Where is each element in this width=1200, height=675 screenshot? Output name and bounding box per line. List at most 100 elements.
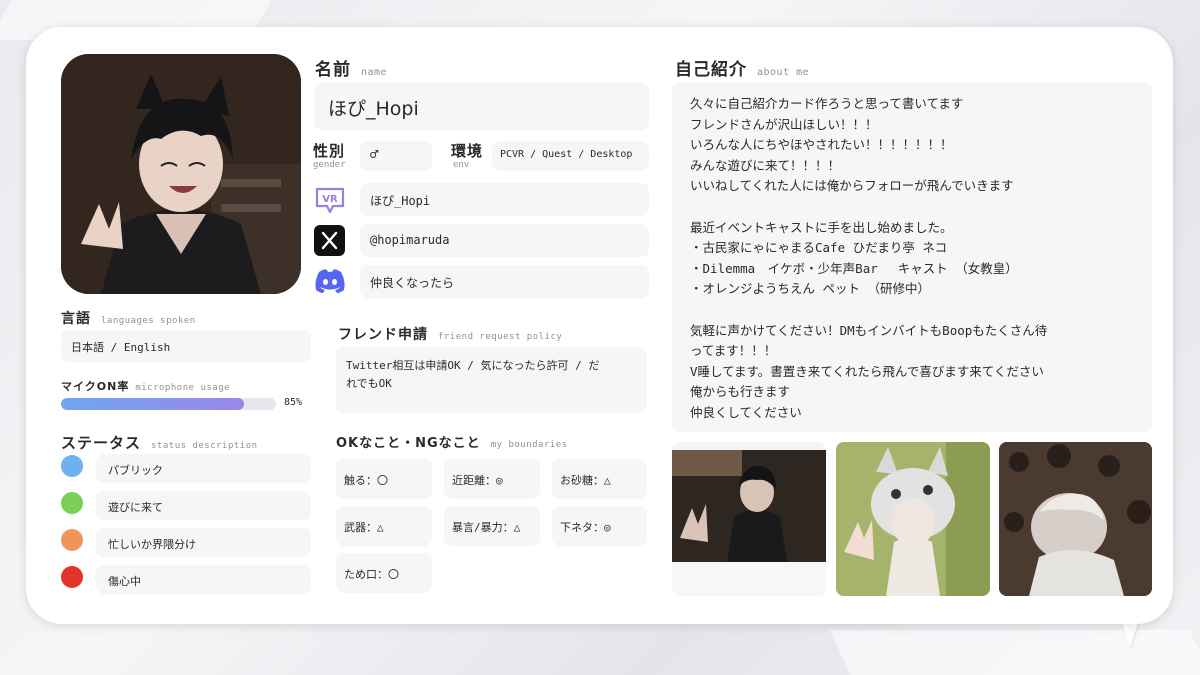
boundaries-subheading: my boundaries — [490, 440, 568, 450]
status-subheading: status description — [151, 441, 258, 451]
name-field: ほぴ_Hopi — [314, 82, 649, 130]
friend-request-line: Twitter相互は申請OK / 気になったら許可 / だ — [346, 359, 600, 372]
about-subheading: about me — [757, 67, 810, 78]
status-label: 傷心中 — [108, 575, 141, 588]
languages-subheading: languages spoken — [101, 316, 196, 326]
boundary-label: 武器：△ — [344, 521, 384, 534]
mic-usage-bar — [61, 398, 276, 410]
status-heading: ステータス status description — [61, 432, 258, 453]
name-subheading: name — [361, 67, 388, 78]
about-heading: 自己紹介 about me — [675, 55, 809, 80]
mic-heading-text: マイクON率 — [61, 380, 130, 393]
languages-field: 日本語 / English — [61, 330, 311, 362]
boundaries-heading: OKなこと・NGなこと my boundaries — [336, 432, 568, 451]
languages-heading: 言語 languages spoken — [61, 308, 196, 328]
boundary-close-distance: 近距離：◎ — [444, 459, 540, 499]
boundary-label: 下ネタ：◎ — [560, 521, 611, 534]
profile-card: 名前 name ほぴ_Hopi 性別 gender ♂ 環境 env PCVR /… — [26, 27, 1173, 624]
x-icon — [314, 225, 345, 256]
about-line: いろんな人にちやほやされたい！！！！！！！ — [690, 137, 953, 153]
boundary-sugar: お砂糖：△ — [552, 459, 647, 499]
x-field: @hopimaruda — [360, 224, 649, 257]
about-line: 俺からも行きます — [690, 384, 791, 400]
mic-usage-fill — [61, 398, 244, 410]
discord-field: 仲良くなったら — [360, 265, 649, 298]
boundary-violence: 暴言/暴力：△ — [444, 506, 540, 546]
vrchat-field: ほぴ_Hopi — [360, 183, 649, 216]
about-line: フレンドさんが沢山ほしい！！！ — [690, 116, 878, 132]
status-dot-busy — [61, 529, 83, 551]
gallery-photo-2 — [836, 442, 990, 596]
x-value: @hopimaruda — [370, 233, 450, 247]
languages-heading-text: 言語 — [61, 311, 91, 327]
boundary-label: 暴言/暴力：△ — [452, 521, 521, 534]
status-item-busy: 忙しいか界隈分け — [96, 528, 311, 557]
about-field: 久々に自己紹介カード作ろうと思って書いてます フレンドさんが沢山ほしい！！！ い… — [672, 82, 1152, 432]
mic-usage-label: 85% — [284, 397, 303, 408]
friend-request-heading: フレンド申請 friend request policy — [338, 324, 562, 344]
gender-subheading: gender — [313, 160, 346, 170]
svg-text:VR: VR — [322, 194, 338, 205]
name-value: ほぴ_Hopi — [328, 98, 419, 120]
env-subheading: env — [453, 160, 470, 170]
about-line: 久々に自己紹介カード作ろうと思って書いてます — [690, 96, 964, 111]
gender-heading: 性別 — [313, 142, 346, 160]
about-line: ・Dilemma イケボ・少年声Bar キャスト （女教皇） — [690, 260, 1018, 276]
vrchat-value: ほぴ_Hopi — [370, 194, 431, 208]
status-item-join-me: 遊びに来て — [96, 491, 311, 520]
name-heading: 名前 name — [315, 55, 387, 80]
friend-request-heading-text: フレンド申請 — [338, 327, 428, 343]
about-line: みんな遊びに来て！！！！ — [690, 157, 841, 173]
boundary-label: 触る：〇 — [344, 474, 388, 487]
about-line — [690, 197, 1047, 218]
env-heading: 環境 — [451, 142, 484, 160]
about-text: 久々に自己紹介カード作ろうと思って書いてます フレンドさんが沢山ほしい！！！ い… — [690, 94, 1047, 424]
boundary-dirty-jokes: 下ネタ：◎ — [552, 506, 647, 546]
gender-field: ♂ — [360, 141, 432, 171]
friend-request-field: Twitter相互は申請OK / 気になったら許可 / だ れでもOK — [336, 347, 647, 413]
mic-subheading: microphone usage — [135, 383, 231, 393]
gallery-photo-3 — [999, 442, 1152, 596]
gallery-photo-1 — [672, 442, 826, 596]
status-dot-public — [61, 455, 83, 477]
about-line: 仲良くしてください — [690, 404, 802, 420]
avatar-illustration — [61, 54, 301, 294]
status-label: パブリック — [108, 464, 163, 477]
boundary-weapons: 武器：△ — [336, 506, 432, 546]
about-heading-text: 自己紹介 — [675, 60, 747, 80]
about-line: V睡してます。書置き来てくれたら飛んで喜びます来てください — [690, 363, 1044, 379]
about-line: ・オレンジようちえん ペット （研修中） — [690, 281, 931, 297]
about-line — [690, 300, 1047, 321]
boundary-label: お砂糖：△ — [560, 474, 611, 487]
gender-value: ♂ — [370, 147, 379, 163]
status-dot-heartbroken — [61, 566, 83, 588]
boundaries-heading-text: OKなこと・NGなこと — [336, 436, 481, 451]
discord-icon — [313, 266, 347, 296]
boundary-label: ため口：〇 — [344, 568, 399, 581]
friend-request-line: れでもOK — [346, 377, 392, 390]
boundary-casual-speech: ため口：〇 — [336, 553, 432, 593]
languages-value: 日本語 / English — [71, 341, 171, 354]
about-line: いいねしてくれた人には俺からフォローが飛んでいきます — [690, 178, 1014, 194]
boundary-label: 近距離：◎ — [452, 474, 503, 487]
about-line: ってます！！！ — [690, 343, 777, 359]
status-item-public: パブリック — [96, 454, 311, 483]
status-item-heartbroken: 傷心中 — [96, 565, 311, 594]
discord-value: 仲良くなったら — [370, 276, 455, 290]
mic-heading: マイクON率 microphone usage — [61, 378, 230, 394]
env-field: PCVR / Quest / Desktop — [492, 141, 649, 171]
vrchat-icon: VR — [314, 184, 346, 216]
boundary-touch: 触る：〇 — [336, 459, 432, 499]
status-label: 遊びに来て — [108, 501, 163, 514]
friend-request-subheading: friend request policy — [438, 332, 563, 342]
about-line: 気軽に声かけてください！DMもインバイトもBoopもたくさん待 — [690, 322, 1048, 338]
status-heading-text: ステータス — [61, 434, 142, 452]
status-dot-join-me — [61, 492, 83, 514]
about-line: 最近イベントキャストに手を出し始めました。 — [690, 219, 953, 235]
background-shard — [829, 630, 1200, 675]
name-heading-text: 名前 — [315, 60, 351, 80]
env-value: PCVR / Quest / Desktop — [500, 149, 633, 160]
status-label: 忙しいか界隈分け — [108, 538, 196, 551]
about-line: ・古民家にゃにゃまるCafe ひだまり亭 ネコ — [690, 240, 948, 256]
avatar-photo — [61, 54, 301, 294]
